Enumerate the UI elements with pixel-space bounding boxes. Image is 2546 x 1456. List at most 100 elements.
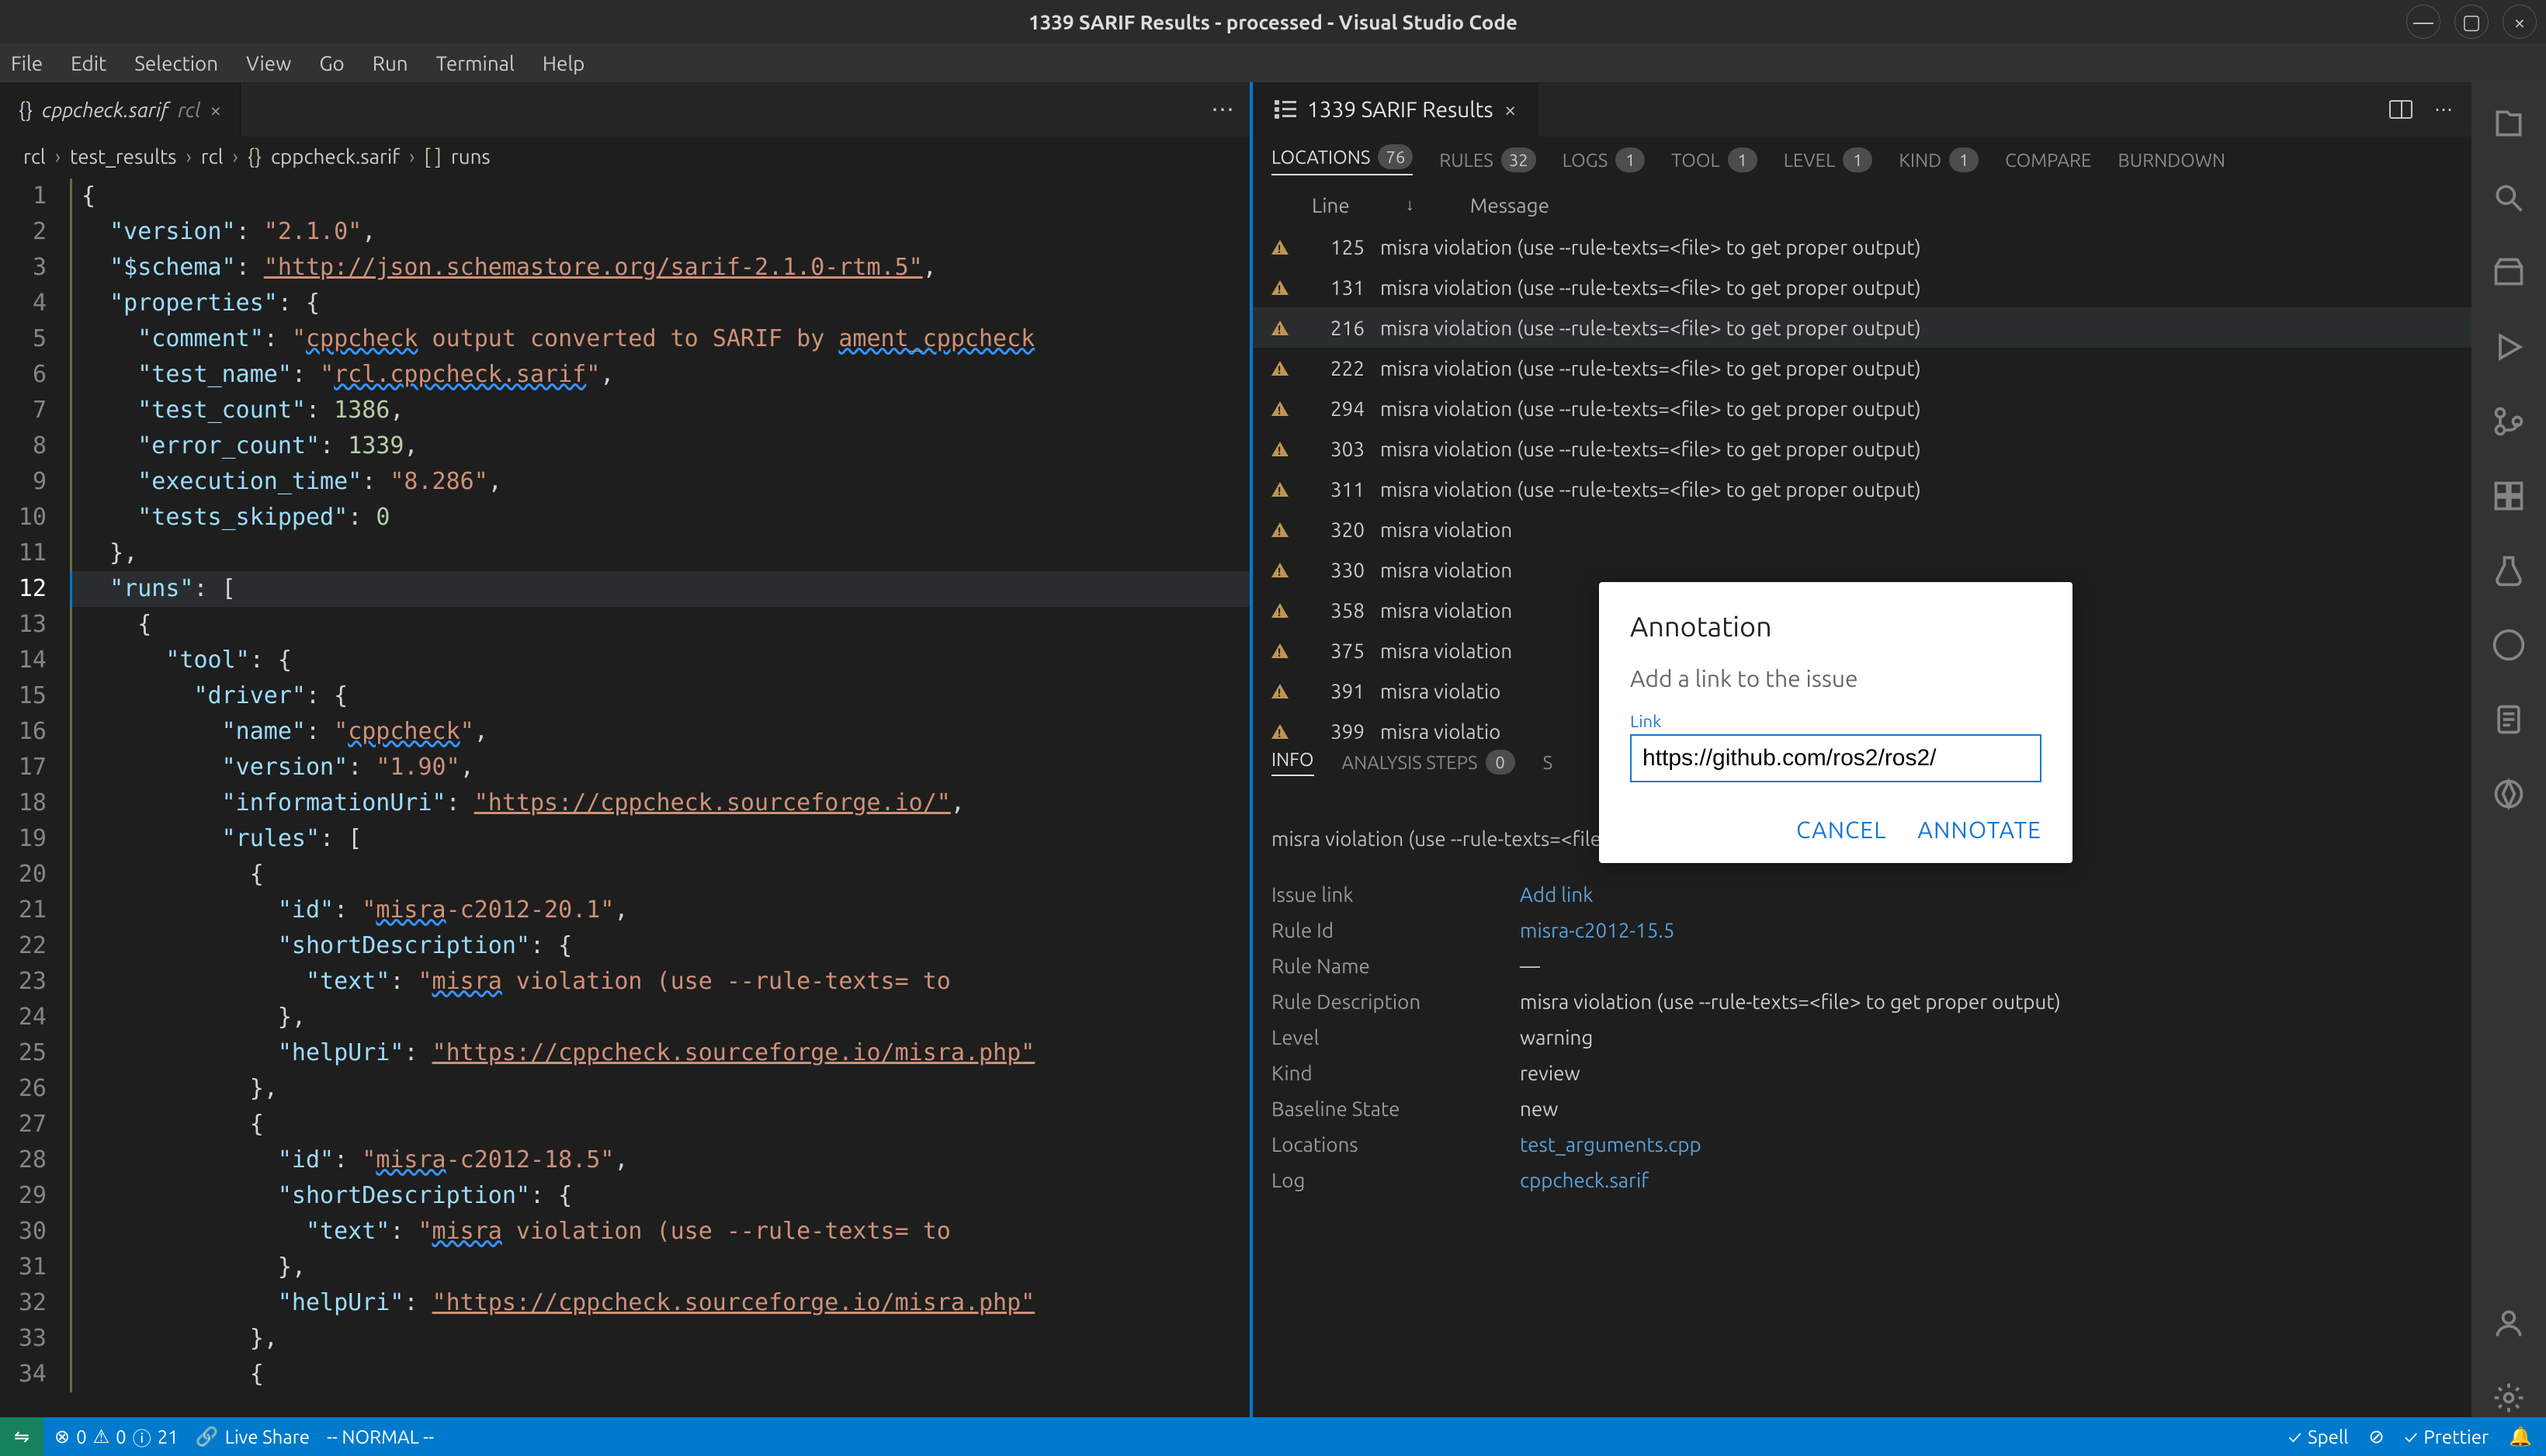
detail-value[interactable]: cppcheck.sarif [1520,1169,1649,1191]
code-line[interactable]: "shortDescription": { [70,1178,1250,1214]
menu-help[interactable]: Help [539,49,588,78]
cancel-button[interactable]: CANCEL [1796,816,1887,843]
code-line[interactable]: "tool": { [70,643,1250,678]
maximize-button[interactable]: ▢ [2454,5,2489,39]
menu-file[interactable]: File [8,49,46,78]
code-line[interactable]: "driver": { [70,678,1250,714]
code-line[interactable]: "properties": { [70,286,1250,321]
copilot-status[interactable]: ⊘ [2368,1426,2384,1447]
code-line[interactable]: "comment": "cppcheck output converted to… [70,321,1250,357]
code-line[interactable]: "error_count": 1339, [70,428,1250,464]
subtab-s[interactable]: S [1543,752,1553,773]
menu-go[interactable]: Go [316,49,347,78]
remote-indicator[interactable]: ⇋ [0,1417,43,1456]
code-line[interactable]: "helpUri": "https://cppcheck.sourceforge… [70,1035,1250,1071]
source-control-icon[interactable] [2489,402,2528,441]
detail-value[interactable]: test_arguments.cpp [1520,1133,1701,1156]
filter-level[interactable]: LEVEL1 [1784,147,1873,172]
prettier-status[interactable]: ✓Prettier [2405,1427,2489,1447]
panel-tab-close[interactable]: × [1504,98,1517,122]
subtab-analysis-steps[interactable]: ANALYSIS STEPS0 [1342,750,1515,775]
testing-icon[interactable] [2489,551,2528,590]
filter-tool[interactable]: TOOL1 [1671,147,1757,172]
marketplace-icon[interactable] [2489,253,2528,292]
notifications-button[interactable]: 🔔 [2509,1426,2532,1447]
code-line[interactable]: { [70,857,1250,893]
code-line[interactable]: }, [70,1250,1250,1285]
code-line[interactable]: "execution_time": "8.286", [70,464,1250,500]
breadcrumb-seg[interactable]: test_results [70,145,176,168]
menu-terminal[interactable]: Terminal [433,49,518,78]
code-editor[interactable]: 1234567891011121314151617181920212223242… [0,175,1250,1417]
explorer-icon[interactable] [2489,104,2528,143]
github-icon[interactable] [2489,626,2528,664]
liveshare-status[interactable]: 🔗Live Share [196,1426,310,1447]
breadcrumb-file[interactable]: cppcheck.sarif [271,145,400,168]
panel-more-button[interactable]: ⋯ [2434,99,2453,120]
code-line[interactable]: }, [70,1321,1250,1357]
run-debug-icon[interactable] [2489,328,2528,366]
breadcrumb-seg[interactable]: rcl [23,145,46,168]
code-line[interactable]: "version": "2.1.0", [70,214,1250,250]
code-line[interactable]: "informationUri": "https://cppcheck.sour… [70,785,1250,821]
settings-gear-icon[interactable] [2489,1378,2528,1417]
code-line[interactable]: "test_name": "rcl.cppcheck.sarif", [70,357,1250,393]
code-line[interactable]: }, [70,1000,1250,1035]
accounts-icon[interactable] [2489,1304,2528,1343]
code-line[interactable]: "rules": [ [70,821,1250,857]
filter-burndown[interactable]: BURNDOWN [2118,150,2225,171]
detail-value[interactable]: Add link [1520,883,1593,906]
menu-view[interactable]: View [243,49,294,78]
filter-locations[interactable]: LOCATIONS76 [1271,144,1413,175]
result-row[interactable]: 125misra violation (use --rule-texts=<fi… [1253,227,2471,267]
code-line[interactable]: { [70,1107,1250,1142]
result-row[interactable]: 222misra violation (use --rule-texts=<fi… [1253,348,2471,388]
pieces-icon[interactable] [2489,775,2528,813]
col-message[interactable]: Message [1470,194,1549,217]
code-line[interactable]: "id": "misra-c2012-18.5", [70,1142,1250,1178]
result-columns[interactable]: Line ↓ Message [1253,183,2471,227]
search-icon[interactable] [2489,179,2528,217]
tab-close-button[interactable]: × [210,99,222,121]
code-line[interactable]: "text": "misra violation (use --rule-tex… [70,1214,1250,1250]
code-line[interactable]: "runs": [ [70,571,1250,607]
code-line[interactable]: { [70,1357,1250,1392]
code-line[interactable]: "version": "1.90", [70,750,1250,785]
code-line[interactable]: { [70,607,1250,643]
result-row[interactable]: 216misra violation (use --rule-texts=<fi… [1253,307,2471,348]
filter-compare[interactable]: COMPARE [2005,150,2091,171]
menu-run[interactable]: Run [369,49,411,78]
code-line[interactable]: "helpUri": "https://cppcheck.sourceforge… [70,1285,1250,1321]
minimize-button[interactable]: — [2406,5,2440,39]
detail-value[interactable]: misra-c2012-15.5 [1520,919,1674,941]
code-line[interactable]: "test_count": 1386, [70,393,1250,428]
spell-status[interactable]: ✓Spell [2288,1427,2348,1447]
result-row[interactable]: 131misra violation (use --rule-texts=<fi… [1253,267,2471,307]
result-row[interactable]: 303misra violation (use --rule-texts=<fi… [1253,428,2471,469]
filter-logs[interactable]: LOGS1 [1563,147,1646,172]
annotate-button[interactable]: ANNOTATE [1918,816,2042,843]
code-line[interactable]: "shortDescription": { [70,928,1250,964]
code-line[interactable]: "tests_skipped": 0 [70,500,1250,536]
link-input[interactable] [1630,734,2041,782]
breadcrumb-seg[interactable]: rcl [201,145,224,168]
code-line[interactable]: "name": "cppcheck", [70,714,1250,750]
code-line[interactable]: "id": "misra-c2012-20.1", [70,893,1250,928]
editor-tab-cppcheck[interactable]: {} cppcheck.sarif rcl × [0,82,241,137]
code-line[interactable]: "$schema": "http://json.schemastore.org/… [70,250,1250,286]
sarif-icon[interactable] [2489,700,2528,739]
menu-edit[interactable]: Edit [68,49,109,78]
problems-indicator[interactable]: ⊗0 ⚠0 ⓘ21 [54,1423,179,1451]
filter-rules[interactable]: RULES32 [1439,147,1535,172]
menu-selection[interactable]: Selection [131,49,221,78]
filter-kind[interactable]: KIND1 [1899,147,1979,172]
breadcrumb-symbol[interactable]: runs [451,145,491,168]
panel-tab-sarif[interactable]: 1339 SARIF Results × [1253,82,1538,137]
code-line[interactable]: }, [70,536,1250,571]
editor-more-button[interactable]: ⋯ [1211,95,1234,123]
breadcrumb[interactable]: rcl› test_results› rcl› {} cppcheck.sari… [0,137,1250,175]
code-line[interactable]: }, [70,1071,1250,1107]
col-line[interactable]: Line [1312,194,1350,217]
code-line[interactable]: "text": "misra violation (use --rule-tex… [70,964,1250,1000]
result-row[interactable]: 294misra violation (use --rule-texts=<fi… [1253,388,2471,428]
